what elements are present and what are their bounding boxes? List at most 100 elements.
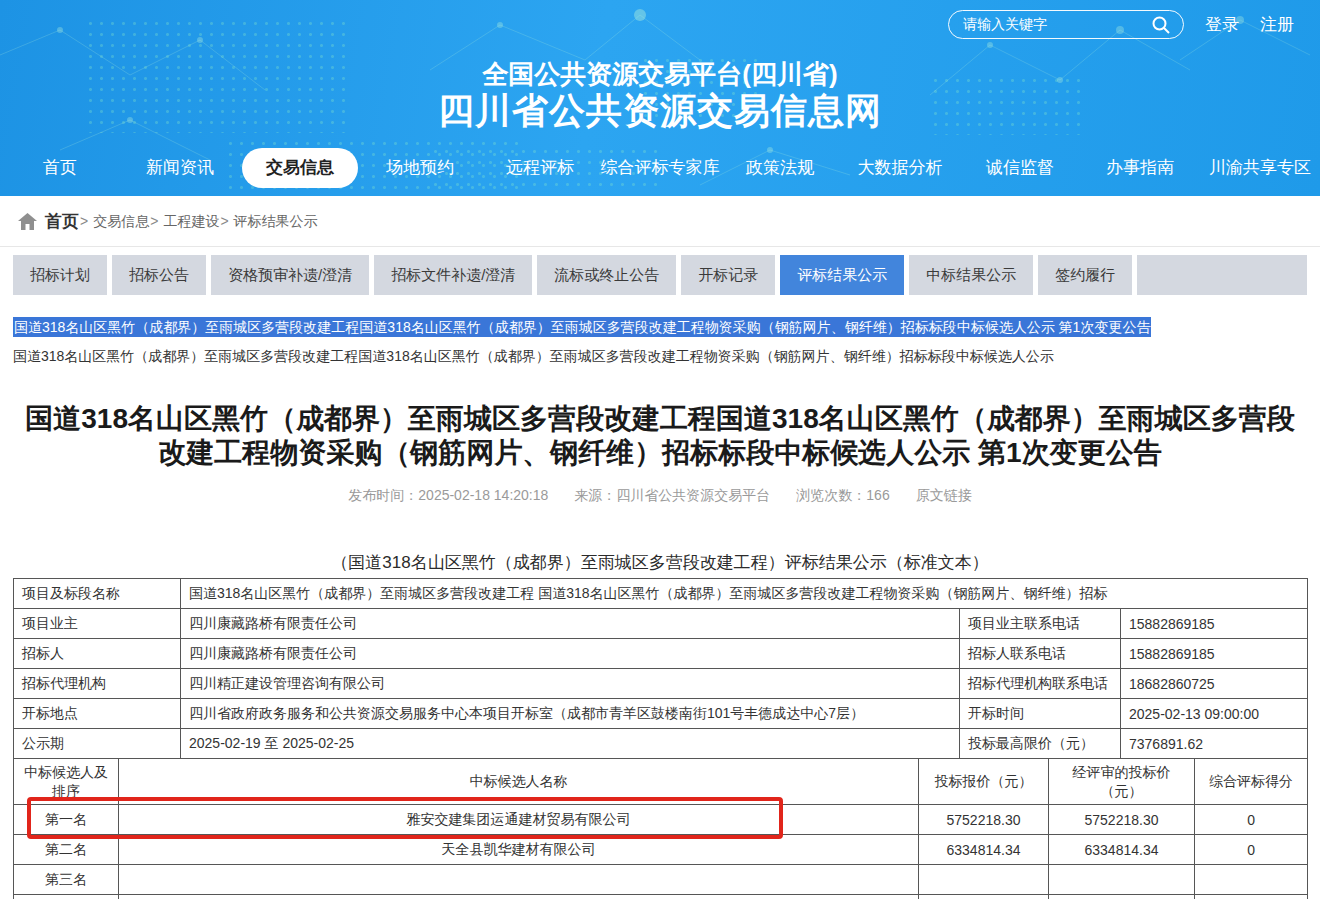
candidate-name <box>119 865 919 895</box>
info-row: 项目及标段名称国道318名山区黑竹（成都界）至雨城区多营段改建工程 国道318名… <box>14 579 1308 609</box>
result-list: 国道318名山区黑竹（成都界）至雨城区多营段改建工程国道318名山区黑竹（成都界… <box>13 317 1320 339</box>
site-header: 请输入关键字 登录 注册 全国公共资源交易平台(四川省) 四川省公共资源交易信息… <box>0 0 1320 196</box>
info-label: 招标代理机构联系电话 <box>960 669 1121 699</box>
nav-item-诚信监督[interactable]: 诚信监督 <box>986 148 1054 188</box>
original-link[interactable]: 原文链接 <box>916 487 972 503</box>
info-row: 招标人四川康藏路桥有限责任公司招标人联系电话15882869185 <box>14 639 1308 669</box>
tab-资格预审补遗/澄清[interactable]: 资格预审补遗/澄清 <box>211 255 369 295</box>
tab-招标计划[interactable]: 招标计划 <box>13 255 107 295</box>
main-nav: 首页 新闻资讯交易信息场地预约 远程评标综合评标专家库政策法规 大数据分析 诚信监督 办事… <box>0 148 1320 188</box>
breadcrumb-item[interactable]: 交易信息 <box>93 213 149 229</box>
info-value: 四川省政府政务服务和公共资源交易服务中心本项目开标室（成都市青羊区鼓楼南街101… <box>181 699 960 729</box>
nav-item-政策法规[interactable]: 政策法规 <box>746 148 814 188</box>
nav-item-交易信息[interactable]: 交易信息 <box>242 148 358 188</box>
candidate-score <box>1195 895 1308 899</box>
info-value: 15882869185 <box>1121 609 1308 639</box>
breadcrumb-item[interactable]: 评标结果公示 <box>234 213 318 229</box>
tab-流标或终止公告[interactable]: 流标或终止公告 <box>537 255 676 295</box>
search-input[interactable]: 请输入关键字 <box>948 10 1184 39</box>
article-title-line1: 国道318名山区黑竹（成都界）至雨城区多营段改建工程国道318名山区黑竹（成都界… <box>0 402 1320 436</box>
info-value: 18682860725 <box>1121 669 1308 699</box>
document-subtitle: （国道318名山区黑竹（成都界）至雨城区多营段改建工程）评标结果公示（标准文本） <box>0 551 1320 571</box>
nav-slot: 远程评标 <box>480 148 600 188</box>
info-value: 四川康藏路桥有限责任公司 <box>181 639 960 669</box>
search-placeholder: 请输入关键字 <box>963 16 1151 34</box>
home-icon[interactable] <box>18 213 37 230</box>
detail-table: 项目及标段名称国道318名山区黑竹（成都界）至雨城区多营段改建工程 国道318名… <box>13 578 1308 899</box>
nav-item-综合评标专家库[interactable]: 综合评标专家库 <box>601 148 720 188</box>
info-label: 项目及标段名称 <box>14 579 181 609</box>
candidate-bid <box>919 895 1049 899</box>
tab-filler <box>1137 255 1307 295</box>
tab-招标文件补遗/澄清[interactable]: 招标文件补遗/澄清 <box>374 255 532 295</box>
nav-item-大数据分析[interactable]: 大数据分析 <box>858 148 943 188</box>
tab-中标结果公示[interactable]: 中标结果公示 <box>909 255 1033 295</box>
nav-item-远程评标[interactable]: 远程评标 <box>506 148 574 188</box>
info-value: 7376891.62 <box>1121 729 1308 759</box>
candidate-name: 天全县凯华建材有限公司 <box>119 835 919 865</box>
category-tabs: 招标计划招标公告资格预审补遗/澄清招标文件补遗/澄清流标或终止公告开标记录评标结… <box>0 247 1320 295</box>
candidate-score <box>1195 865 1308 895</box>
nav-slot: 川渝共享专区 <box>1200 148 1320 188</box>
candidate-name <box>119 895 919 899</box>
article-title: 国道318名山区黑竹（成都界）至雨城区多营段改建工程国道318名山区黑竹（成都界… <box>0 402 1320 470</box>
candidate-score: 0 <box>1195 805 1308 835</box>
nav-slot: 综合评标专家库 <box>600 148 720 188</box>
nav-slot: 办事指南 <box>1080 148 1200 188</box>
source: 来源：四川省公共资源交易平台 <box>574 487 770 503</box>
article-title-line2: 改建工程物资采购（钢筋网片、钢纤维）招标标段中标候选人公示 第1次变更公告 <box>0 436 1320 470</box>
candidate-reviewed-bid: 6334814.34 <box>1049 835 1195 865</box>
candidate-row <box>14 895 1308 899</box>
info-row: 开标地点四川省政府政务服务和公共资源交易服务中心本项目开标室（成都市青羊区鼓楼南… <box>14 699 1308 729</box>
tab-签约履行[interactable]: 签约履行 <box>1038 255 1132 295</box>
nav-slot: 场地预约 <box>360 148 480 188</box>
article-meta: 发布时间：2025-02-18 14:20:18 来源：四川省公共资源交易平台 … <box>0 487 1320 503</box>
list-item[interactable]: 国道318名山区黑竹（成都界）至雨城区多营段改建工程国道318名山区黑竹（成都界… <box>13 348 1320 364</box>
info-label: 项目业主 <box>14 609 181 639</box>
candidate-score: 0 <box>1195 835 1308 865</box>
info-label: 开标地点 <box>14 699 181 729</box>
tab-开标记录[interactable]: 开标记录 <box>681 255 775 295</box>
view-count: 浏览次数：166 <box>796 487 889 503</box>
candidate-header-cell: 经评审的投标价（元） <box>1049 759 1195 805</box>
info-label: 投标最高限价（元） <box>960 729 1121 759</box>
candidate-row: 第三名 <box>14 865 1308 895</box>
info-value: 四川康藏路桥有限责任公司 <box>181 609 960 639</box>
info-label: 项目业主联系电话 <box>960 609 1121 639</box>
highlight-red-box <box>27 797 783 839</box>
nav-item-川渝共享专区[interactable]: 川渝共享专区 <box>1209 148 1311 188</box>
info-value: 2025-02-13 09:00:00 <box>1121 699 1308 729</box>
login-link[interactable]: 登录 <box>1205 13 1239 36</box>
search-icon[interactable] <box>1151 15 1171 35</box>
breadcrumb-separator: > <box>150 213 158 229</box>
register-link[interactable]: 注册 <box>1260 13 1294 36</box>
tab-评标结果公示[interactable]: 评标结果公示 <box>780 255 904 295</box>
candidate-reviewed-bid <box>1049 865 1195 895</box>
nav-item-场地预约[interactable]: 场地预约 <box>386 148 454 188</box>
breadcrumb: 首页 >交易信息>工程建设>评标结果公示 <box>0 196 1320 247</box>
tab-招标公告[interactable]: 招标公告 <box>112 255 206 295</box>
info-label: 开标时间 <box>960 699 1121 729</box>
nav-slot: 交易信息 <box>240 148 360 188</box>
info-row: 项目业主四川康藏路桥有限责任公司项目业主联系电话15882869185 <box>14 609 1308 639</box>
nav-slot: 诚信监督 <box>960 148 1080 188</box>
breadcrumb-item[interactable]: 工程建设 <box>163 213 219 229</box>
info-label: 招标人 <box>14 639 181 669</box>
list-item-selected[interactable]: 国道318名山区黑竹（成都界）至雨城区多营段改建工程国道318名山区黑竹（成都界… <box>13 317 1151 337</box>
nav-item-首页[interactable]: 首页 <box>43 148 77 188</box>
publish-time: 发布时间：2025-02-18 14:20:18 <box>348 487 548 503</box>
info-label: 招标人联系电话 <box>960 639 1121 669</box>
info-value: 15882869185 <box>1121 639 1308 669</box>
nav-item-新闻资讯[interactable]: 新闻资讯 <box>146 148 214 188</box>
candidate-bid: 6334814.34 <box>919 835 1049 865</box>
breadcrumb-home[interactable]: 首页 <box>45 210 79 233</box>
candidate-bid: 5752218.30 <box>919 805 1049 835</box>
breadcrumb-separator: > <box>220 213 228 229</box>
candidate-rank <box>14 895 119 899</box>
candidate-reviewed-bid <box>1049 895 1195 899</box>
info-label: 公示期 <box>14 729 181 759</box>
candidate-rank: 第三名 <box>14 865 119 895</box>
info-value: 四川精正建设管理咨询有限公司 <box>181 669 960 699</box>
info-value: 2025-02-19 至 2025-02-25 <box>181 729 960 759</box>
nav-item-办事指南[interactable]: 办事指南 <box>1106 148 1174 188</box>
